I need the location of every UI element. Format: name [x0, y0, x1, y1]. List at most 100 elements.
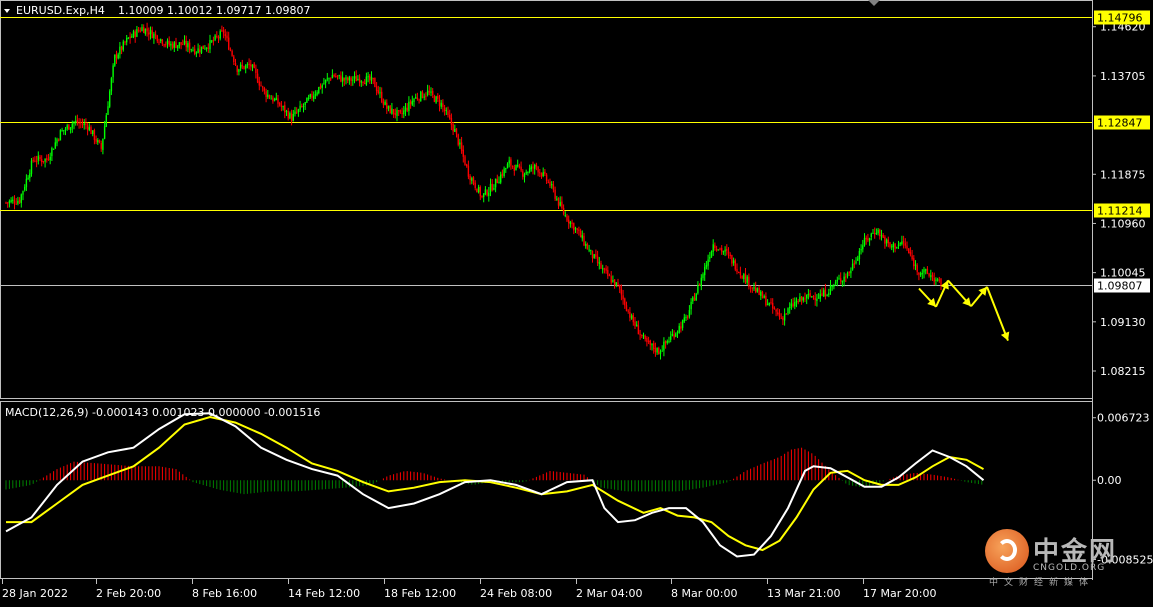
candle-body-225[interactable] — [387, 105, 390, 109]
candle-body-386[interactable] — [661, 350, 663, 352]
candle-body-78[interactable] — [137, 29, 140, 31]
candle-body-6[interactable] — [15, 203, 17, 205]
candle-body-1[interactable] — [7, 202, 9, 204]
candle-body-357[interactable] — [612, 280, 614, 282]
candle-body-341[interactable] — [585, 243, 587, 246]
candle-body-450[interactable] — [770, 302, 772, 304]
candle-body-311[interactable] — [534, 164, 536, 169]
candle-body-455[interactable] — [778, 313, 781, 317]
candle-body-281[interactable] — [483, 193, 485, 198]
candle-body-232[interactable] — [399, 110, 402, 113]
candle-body-489[interactable] — [836, 279, 838, 282]
candle-body-163[interactable] — [282, 106, 284, 108]
candle-body-421[interactable] — [721, 248, 723, 252]
candle-body-286[interactable] — [491, 183, 493, 191]
candle-body-116[interactable] — [202, 45, 204, 49]
candle-body-187[interactable] — [323, 83, 325, 85]
candle-body-81[interactable] — [143, 27, 145, 34]
candle-body-272[interactable] — [467, 165, 470, 177]
candle-body-82[interactable] — [144, 28, 147, 34]
candle-body-356[interactable] — [610, 276, 612, 283]
candle-body-504[interactable] — [862, 245, 864, 250]
candle-body-458[interactable] — [783, 314, 786, 321]
candle-body-144[interactable] — [250, 64, 252, 67]
candle-body-127[interactable] — [221, 30, 223, 32]
candle-body-50[interactable] — [90, 127, 92, 134]
candle-body-430[interactable] — [736, 269, 738, 272]
candle-body-176[interactable] — [304, 102, 306, 106]
candle-body-367[interactable] — [629, 312, 631, 318]
candle-body-453[interactable] — [775, 309, 777, 312]
candle-body-420[interactable] — [719, 248, 721, 250]
candle-body-532[interactable] — [909, 251, 912, 255]
candle-body-270[interactable] — [464, 156, 466, 166]
candle-body-186[interactable] — [321, 84, 323, 88]
candle-body-403[interactable] — [690, 301, 692, 310]
candle-body-435[interactable] — [744, 273, 747, 283]
candle-body-360[interactable] — [617, 282, 619, 285]
candle-body-70[interactable] — [124, 41, 126, 43]
candle-body-530[interactable] — [906, 245, 908, 249]
candle-body-231[interactable] — [398, 110, 400, 112]
candle-body-264[interactable] — [454, 128, 456, 132]
candle-body-100[interactable] — [175, 42, 177, 48]
candle-body-506[interactable] — [865, 237, 867, 240]
candle-body-310[interactable] — [532, 166, 534, 169]
candle-body-230[interactable] — [396, 110, 398, 116]
candle-body-447[interactable] — [765, 295, 767, 306]
candle-body-495[interactable] — [846, 272, 849, 277]
candle-body-313[interactable] — [537, 166, 539, 173]
candle-body-544[interactable] — [930, 275, 932, 277]
candle-body-54[interactable] — [97, 140, 99, 143]
candle-body-471[interactable] — [806, 294, 808, 299]
candle-body-87[interactable] — [153, 33, 155, 39]
candle-body-132[interactable] — [229, 49, 232, 51]
candle-body-451[interactable] — [772, 302, 774, 309]
candle-body-25[interactable] — [47, 159, 50, 161]
candle-body-301[interactable] — [517, 165, 519, 167]
candle-body-185[interactable] — [319, 85, 322, 89]
candle-body-295[interactable] — [506, 163, 509, 169]
candle-body-137[interactable] — [238, 69, 240, 72]
candle-body-56[interactable] — [100, 142, 102, 149]
candle-body-57[interactable] — [102, 138, 104, 150]
candle-body-4[interactable] — [12, 199, 14, 201]
candle-body-209[interactable] — [360, 81, 362, 83]
candle-body-319[interactable] — [547, 181, 549, 183]
candle-body-419[interactable] — [717, 249, 719, 251]
candle-body-472[interactable] — [807, 293, 810, 295]
candle-body-348[interactable] — [596, 256, 599, 264]
candle-body-243[interactable] — [418, 99, 420, 101]
candle-body-106[interactable] — [185, 40, 187, 48]
candle-body-333[interactable] — [571, 222, 573, 224]
candle-body-26[interactable] — [49, 156, 51, 161]
candle-body-204[interactable] — [352, 79, 354, 81]
candle-body-325[interactable] — [557, 197, 560, 206]
candle-body-503[interactable] — [860, 248, 862, 251]
candle-body-350[interactable] — [600, 263, 602, 269]
candle-body-76[interactable] — [134, 31, 136, 38]
candle-body-293[interactable] — [503, 168, 505, 177]
candle-body-147[interactable] — [255, 68, 257, 74]
candle-body-470[interactable] — [804, 298, 806, 300]
candle-body-298[interactable] — [511, 166, 514, 168]
candle-body-347[interactable] — [595, 254, 597, 257]
candle-body-359[interactable] — [615, 282, 617, 286]
candle-body-291[interactable] — [500, 174, 502, 183]
candle-body-463[interactable] — [792, 303, 794, 307]
candle-body-249[interactable] — [428, 91, 430, 93]
candle-body-173[interactable] — [299, 105, 301, 110]
candle-body-118[interactable] — [205, 47, 208, 49]
candle-body-429[interactable] — [734, 260, 736, 270]
candle-body-525[interactable] — [897, 244, 900, 247]
candle-body-55[interactable] — [98, 139, 101, 143]
candle-body-143[interactable] — [248, 63, 250, 66]
candle-body-128[interactable] — [222, 30, 225, 34]
candle-body-550[interactable] — [940, 278, 942, 286]
candle-body-349[interactable] — [598, 262, 600, 264]
candle-body-59[interactable] — [105, 115, 107, 127]
candle-body-45[interactable] — [81, 124, 84, 126]
candle-body-96[interactable] — [168, 41, 170, 46]
candle-body-397[interactable] — [680, 326, 682, 329]
candle-body-9[interactable] — [20, 194, 22, 204]
